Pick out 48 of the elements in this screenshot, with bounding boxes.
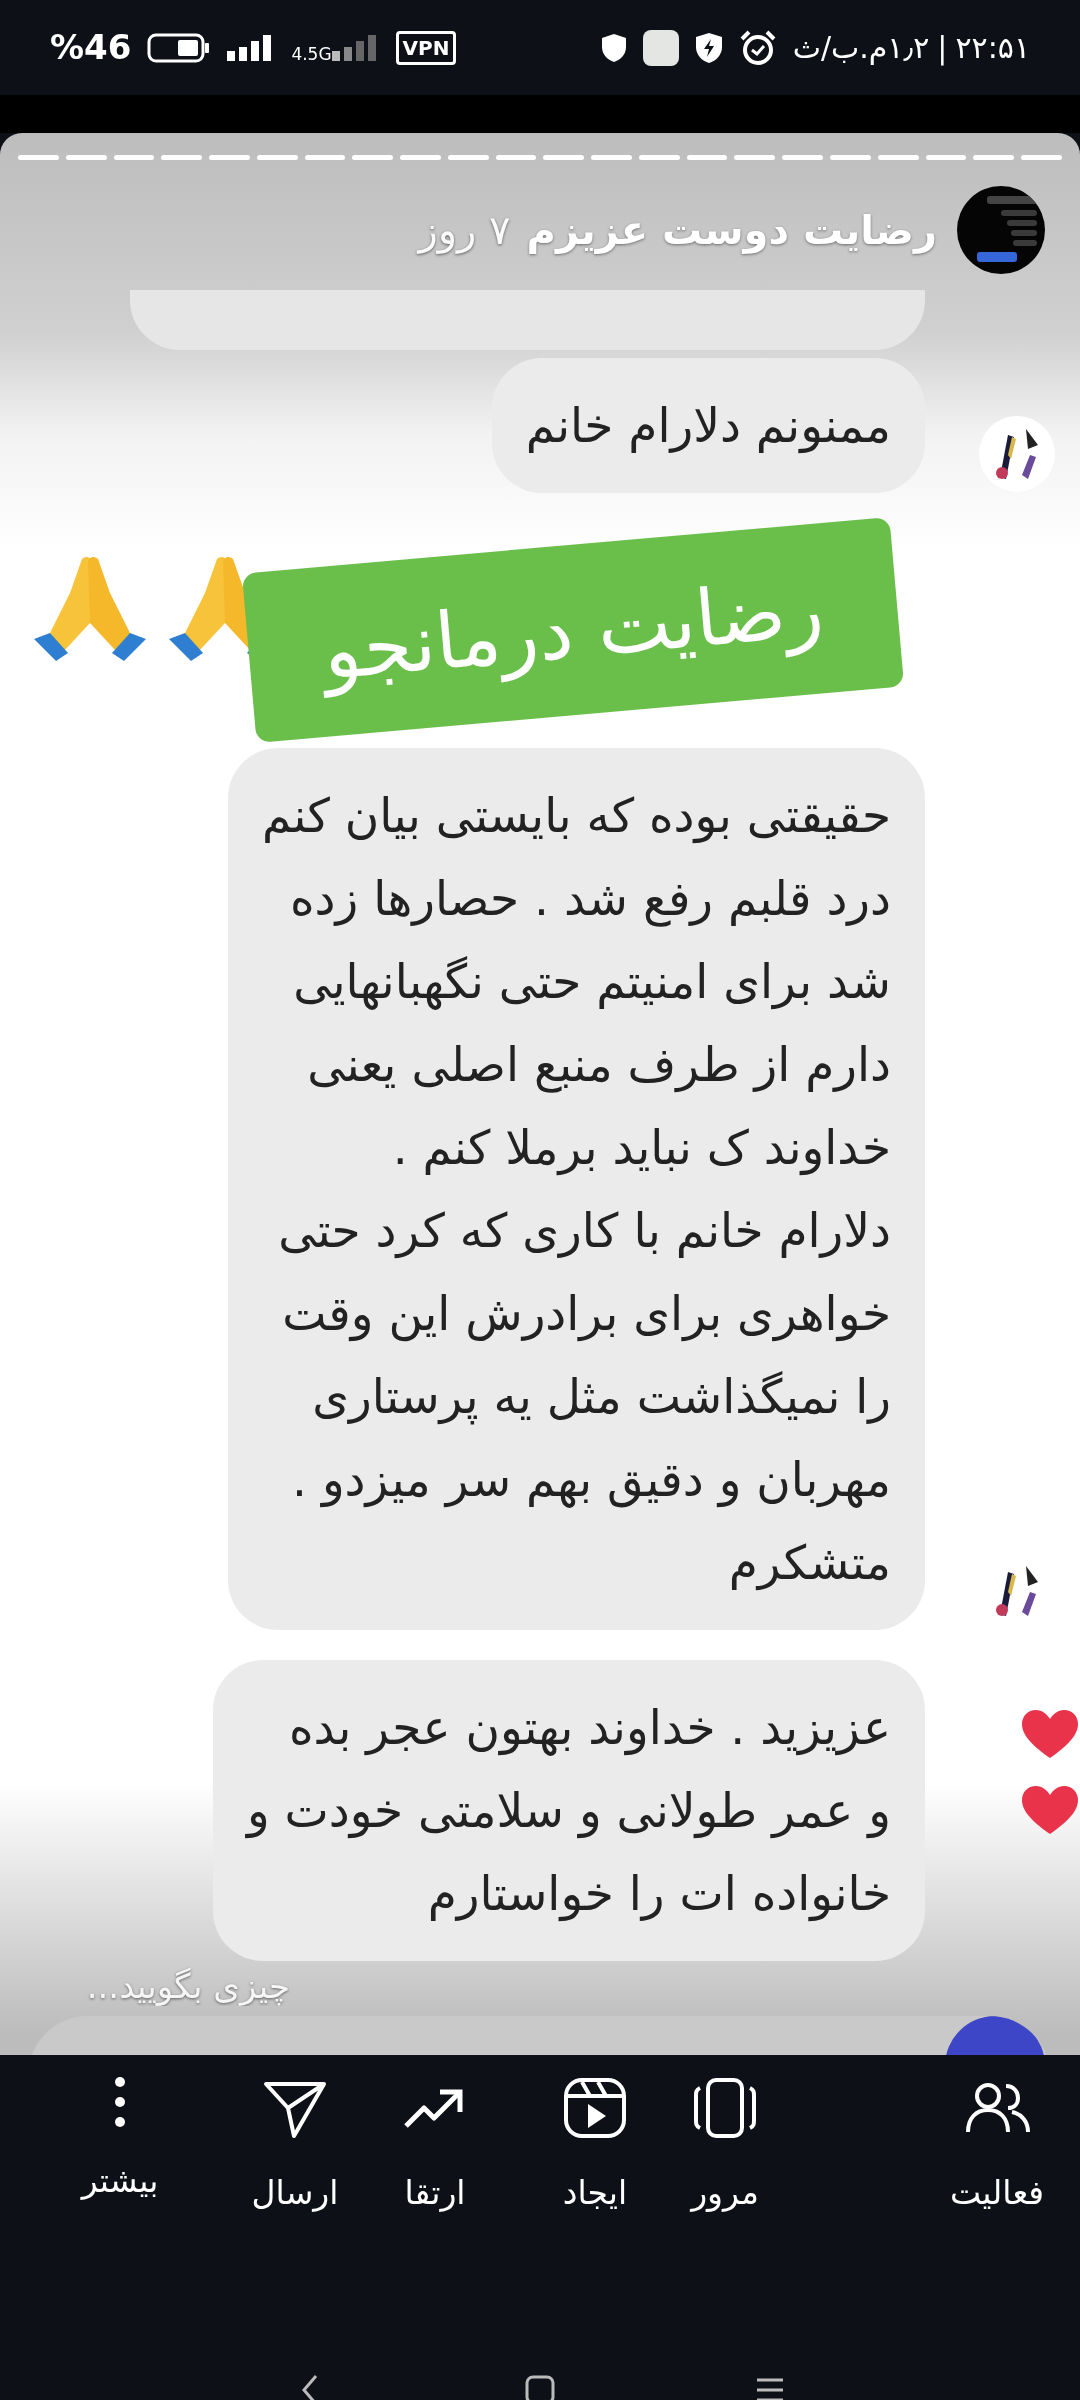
heart-icon [1020, 1784, 1080, 1836]
toolbar-button[interactable]: مرور [670, 2075, 780, 2335]
network-speed: ۱٫۲م.ب/ث [792, 29, 930, 67]
progress-segment [495, 155, 537, 160]
toolbar-button[interactable]: ارتقا [350, 2075, 520, 2335]
sticker-label: رضایت درمانجو [241, 517, 905, 743]
progress-segment [304, 155, 346, 160]
message-bubble: حقیقتی بوده که بایستی بیان کنم درد قلبم رفع شد . حصارها زده شد برای امنیتم حتی نگهبانهایی دارم از طرف منبع اصلی یعنی خداوند ک نباید برملا کنم . دلارام خانم با کاری که کرد حتی خواهری برای برادرش این وقت را نمیگذاشت مثل یه پرستاری مهربان و دقیق بهم سر میزدو . متشکرم [227, 748, 925, 1630]
progress-segment [161, 155, 203, 160]
progress-segment [113, 155, 155, 160]
message-bubble: عزیزید . خداوند بهتون عجر بده و عمر طولانی و سلامتی خودت و خانواده ات را خواستارم [212, 1660, 925, 1961]
progress-segment [973, 155, 1015, 160]
progress-segment [209, 155, 250, 160]
progress-segment [543, 155, 585, 160]
progress-segment [830, 155, 871, 160]
progress-segment [925, 155, 967, 160]
progress-segment [734, 155, 776, 160]
network-type: 4.5G [291, 45, 332, 63]
toolbar-button[interactable]: ارسال [240, 2075, 350, 2335]
separator-text: | [937, 29, 948, 68]
reply-field[interactable]: چیزی بگویید... [40, 1961, 290, 2012]
shield-bolt-icon [694, 31, 723, 64]
menu-icon[interactable] [755, 2377, 785, 2400]
progress-segment [447, 155, 489, 160]
time-text: ۲۲:۵۱ [955, 29, 1030, 67]
message-bubble: ممنونم دلارام خانم [491, 358, 925, 493]
progress-segment [591, 155, 632, 160]
battery-icon [147, 32, 212, 63]
home-icon[interactable] [525, 2375, 555, 2400]
toolbar-button[interactable]: ایجاد [520, 2075, 670, 2335]
more-icon [114, 2076, 126, 2128]
vpn-indicator: VPN [395, 30, 457, 65]
alarm-icon [738, 29, 777, 66]
progress-segment [256, 155, 298, 160]
progress-segment [400, 155, 441, 160]
progress-segment [686, 155, 728, 160]
progress-segment [877, 155, 919, 160]
progress-segment [782, 155, 823, 160]
progress-segment [352, 155, 394, 160]
battery-percentage: %46 [50, 26, 132, 69]
square-icon [642, 29, 679, 66]
toolbar-button[interactable]: بیشتر [0, 2075, 240, 2335]
progress-segment [18, 155, 59, 160]
progress-segment [65, 155, 107, 160]
progress-segment [638, 155, 680, 160]
toolbar-button[interactable]: فعالیت [780, 2075, 1080, 2335]
shield-icon [600, 32, 627, 63]
progress-segment [1021, 155, 1062, 160]
